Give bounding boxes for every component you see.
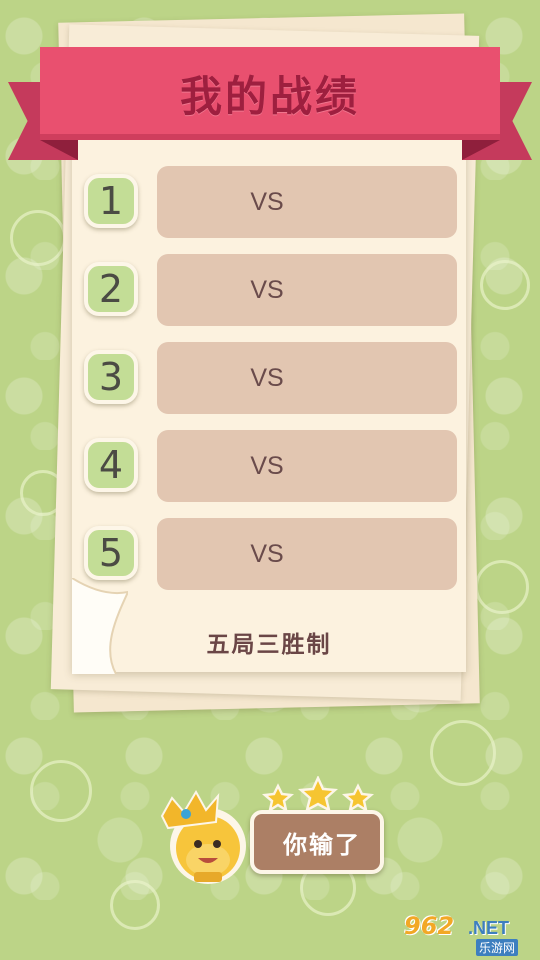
vs-label: VS	[250, 187, 284, 216]
round-result-slot: VS	[157, 342, 457, 414]
star-icon	[297, 776, 339, 813]
background-doodle	[475, 560, 529, 614]
round-row: 1 VS	[80, 166, 458, 238]
round-row: 4 VS	[80, 430, 458, 502]
round-row: 2 VS	[80, 254, 458, 326]
result-badge[interactable]: 你输了	[150, 776, 400, 890]
round-row: 5 VS	[80, 518, 458, 590]
round-number: 4	[84, 438, 138, 492]
result-text: 你输了	[283, 830, 361, 859]
round-row: 3 VS	[80, 342, 458, 414]
watermark-number: 962	[404, 912, 455, 940]
site-watermark: 962 .NET 乐游网	[398, 910, 536, 956]
round-number: 1	[84, 174, 138, 228]
background-doodle	[430, 720, 496, 786]
round-number: 3	[84, 350, 138, 404]
watermark-site: 乐游网	[476, 939, 519, 956]
match-rule-text: 五局三胜制	[206, 632, 332, 658]
background-doodle	[30, 760, 92, 822]
round-result-slot: VS	[157, 518, 457, 590]
page-title: 我的战绩	[179, 72, 360, 121]
round-number: 5	[84, 526, 138, 580]
background-doodle	[10, 210, 66, 266]
background-doodle	[480, 260, 530, 310]
vs-label: VS	[250, 451, 284, 480]
round-result-slot: VS	[157, 254, 457, 326]
watermark-suffix: .NET	[468, 918, 510, 938]
star-icon	[262, 783, 294, 813]
vs-label: VS	[250, 539, 284, 568]
title-ribbon: 我的战绩	[40, 47, 500, 140]
vs-label: VS	[250, 275, 284, 304]
star-icon	[342, 783, 374, 813]
round-list: 1 VS 2 VS 3 VS 4 VS 5 VS	[80, 166, 458, 606]
vs-label: VS	[250, 363, 284, 392]
crowned-character-icon	[160, 790, 246, 884]
round-number: 2	[84, 262, 138, 316]
star-rating	[262, 776, 374, 813]
round-result-slot: VS	[157, 430, 457, 502]
round-result-slot: VS	[157, 166, 457, 238]
